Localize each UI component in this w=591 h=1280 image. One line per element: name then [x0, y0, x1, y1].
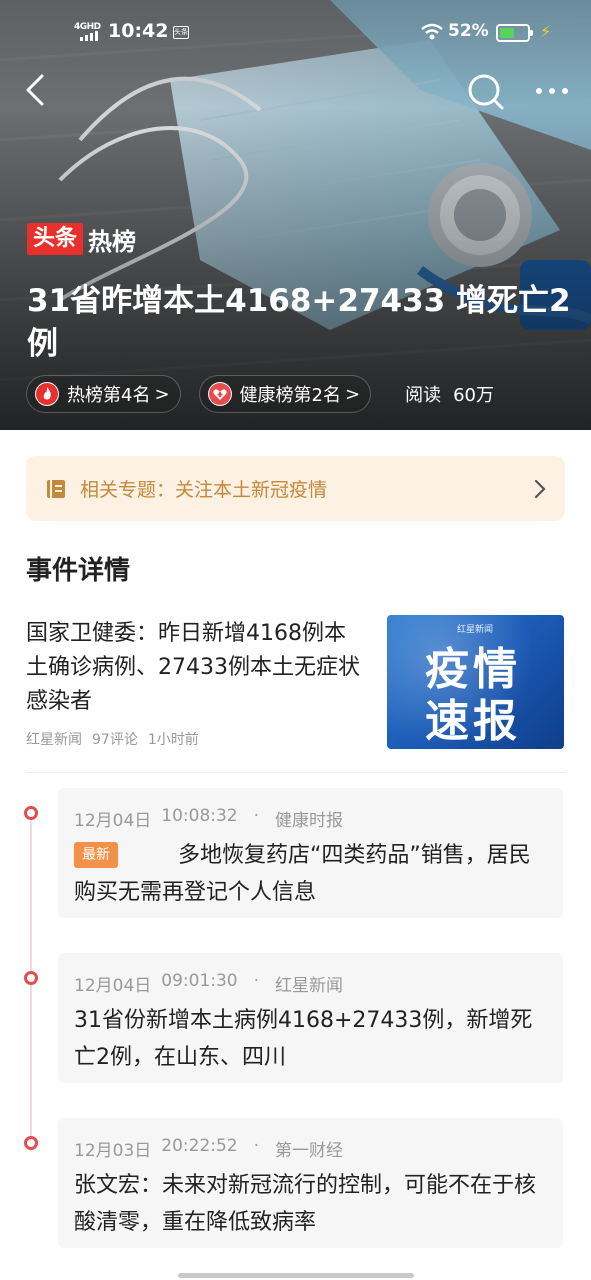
- timeline-text: 31省份新增本土病例4168+27433例，新增死亡2例，在山东、四川: [74, 1008, 533, 1070]
- lead-article-title: 国家卫健委：昨日新增4168例本土确诊病例、27433例本土无症状感染者: [26, 621, 360, 714]
- latest-badge: 最新: [74, 842, 118, 868]
- brand-rebang: 热榜: [88, 227, 137, 256]
- clock: 10:42: [108, 20, 169, 42]
- lead-article-meta: 红星新闻 97评论 1小时前: [26, 729, 199, 749]
- app-notification-icon: 头条: [173, 26, 189, 39]
- heart-plus-icon: [207, 382, 232, 406]
- health-rank-chip[interactable]: 健康榜第2名 >: [198, 375, 372, 413]
- health-rank-label: 健康榜第2名: [239, 385, 341, 406]
- charging-icon: ⚡: [540, 22, 552, 41]
- status-bar: 4GHD 10:42 头条 52% ⚡: [0, 18, 591, 48]
- meta-separator: ·: [253, 971, 260, 991]
- timeline-source: 健康时报: [275, 811, 344, 831]
- timeline-item[interactable]: 12月03日 20:22:52 · 第一财经 张文宏：未来对新冠流行的控制，可能…: [58, 1118, 563, 1248]
- timeline-source: 第一财经: [275, 1141, 344, 1161]
- more-icon[interactable]: [530, 80, 574, 102]
- timeline-text-block: 最新 多地恢复药店“四类药品”销售，居民购买无需再登记个人信息: [74, 837, 547, 911]
- flame-icon: [35, 382, 59, 406]
- read-count-label: 阅读: [405, 385, 442, 406]
- timeline-item[interactable]: 12月04日 09:01:30 · 红星新闻 31省份新增本土病例4168+27…: [58, 953, 563, 1083]
- timeline-item[interactable]: 12月04日 10:08:32 · 健康时报 最新 多地恢复药店“四类药品”销售，…: [58, 788, 563, 918]
- lead-article-time: 1小时前: [147, 732, 199, 748]
- signal-icon: [80, 31, 98, 41]
- lead-article-thumbnail: 红星新闻 疫情 速报: [387, 615, 564, 749]
- wifi-icon: [421, 23, 443, 40]
- chevron-right-icon: [534, 479, 546, 498]
- chevron-right-icon: >: [154, 383, 170, 405]
- rank-chips: 热榜第4名 > 健康榜第2名 > 阅读 60万: [26, 375, 494, 413]
- read-count: 阅读 60万: [405, 381, 494, 407]
- book-icon: [47, 479, 65, 498]
- timeline-source: 红星新闻: [275, 976, 344, 996]
- home-indicator[interactable]: [178, 1273, 414, 1278]
- hot-rank-label: 热榜第4名: [67, 385, 151, 406]
- timeline-text: 多地恢复药店“四类药品”销售，居民购买无需再登记个人信息: [74, 843, 531, 905]
- battery-percent: 52%: [448, 21, 489, 41]
- lead-article[interactable]: 国家卫健委：昨日新增4168例本土确诊病例、27433例本土无症状感染者 红星新…: [26, 615, 566, 755]
- timeline-dot: [24, 806, 38, 820]
- related-topic-banner[interactable]: 相关专题：关注本土新冠疫情: [26, 456, 565, 521]
- divider: [26, 772, 566, 773]
- thumbnail-text-line2: 速报: [425, 696, 521, 747]
- lead-article-source: 红星新闻: [26, 732, 82, 748]
- timeline-item-meta: 12月04日 10:08:32 · 健康时报: [74, 806, 547, 831]
- timeline-item-meta: 12月03日 20:22:52 · 第一财经: [74, 1136, 547, 1161]
- timeline-dot: [24, 971, 38, 985]
- lead-article-comments: 97评论: [92, 732, 138, 748]
- battery-icon: [496, 24, 533, 42]
- timeline-date: 12月03日: [74, 1141, 152, 1161]
- section-title: 事件详情: [26, 556, 131, 586]
- timeline-item-meta: 12月04日 09:01:30 · 红星新闻: [74, 971, 547, 996]
- timeline-time: 09:01:30: [161, 971, 238, 991]
- page-title: 31省昨增本土4168+27433 增死亡2例: [27, 283, 571, 362]
- hero-banner: 4GHD 10:42 头条 52% ⚡ 头条 热榜 31省昨增本土4168+27…: [0, 0, 591, 430]
- timeline-dot: [24, 1136, 38, 1150]
- timeline-time: 20:22:52: [161, 1136, 238, 1156]
- timeline-text: 张文宏：未来对新冠流行的控制，可能不在于核酸清零，重在降低致病率: [74, 1173, 537, 1235]
- toutiao-rebang-logo: 头条 热榜: [27, 222, 136, 256]
- chevron-right-icon: >: [345, 383, 361, 405]
- back-icon[interactable]: [18, 70, 58, 110]
- timeline-date: 12月04日: [74, 811, 152, 831]
- related-topic-label: 相关专题：关注本土新冠疫情: [80, 479, 328, 501]
- read-count-value: 60万: [453, 385, 494, 406]
- search-icon[interactable]: [464, 70, 506, 112]
- timeline-time: 10:08:32: [161, 806, 238, 826]
- meta-separator: ·: [253, 806, 260, 826]
- hot-rank-chip[interactable]: 热榜第4名 >: [26, 375, 181, 413]
- timeline-date: 12月04日: [74, 976, 152, 996]
- brand-toutiao: 头条: [27, 223, 84, 255]
- meta-separator: ·: [253, 1136, 260, 1156]
